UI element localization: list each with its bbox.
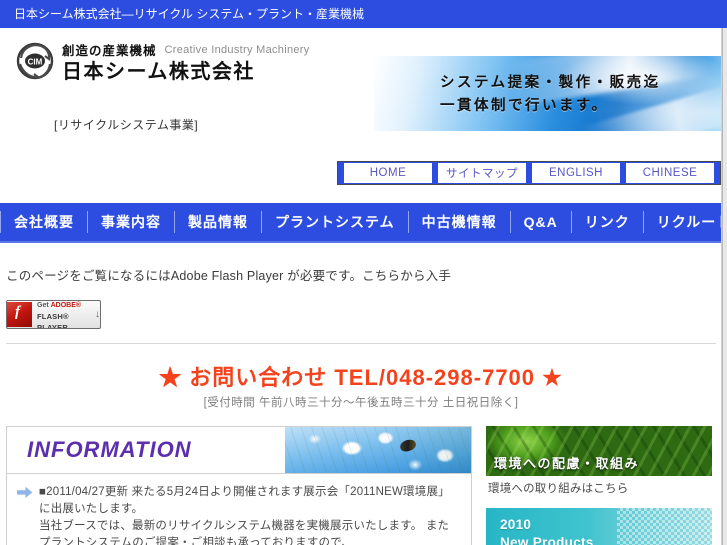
nav-item-business[interactable]: 事業内容 (88, 203, 174, 241)
sidebar-column: 環境への配慮・取組み 環境への取り組みはこちら 2010 New Product… (486, 426, 712, 545)
information-title: INFORMATION (27, 437, 192, 462)
nav-item-plant-system[interactable]: プラントシステム (262, 203, 408, 241)
nav-item-links[interactable]: リンク (572, 203, 643, 241)
blue-arrow-right-icon (17, 484, 39, 545)
environment-banner-label: 環境への配慮・取組み (494, 456, 640, 471)
information-header: INFORMATION (6, 426, 472, 474)
nav-item-company-profile[interactable]: 会社概要 (1, 203, 87, 241)
flash-badge-line2: FLASH® PLAYER (37, 311, 69, 329)
business-division-label: [リサイクルシステム事業] (54, 118, 199, 132)
cim-circular-logo-icon: CIM (14, 38, 56, 82)
news-text: ■2011/04/27更新 来たる5月24日より開催されます展示会「2011NE… (39, 484, 459, 545)
download-arrow-icon: ↓ (95, 309, 100, 320)
news-line-1: ■2011/04/27更新 来たる5月24日より開催されます展示会「2011NE… (39, 486, 450, 515)
website-frame: CIM 創造の産業機械 Creative Industry Machinery 日… (0, 28, 723, 545)
main-navigation[interactable]: 会社概要 事業内容 製品情報 プラントシステム 中古機情報 Q&A リンク リク… (0, 203, 722, 243)
tagline-english: Creative Industry Machinery (164, 43, 310, 56)
environment-banner-caption: 環境への取り組みはこちら (488, 483, 629, 495)
svg-text:CIM: CIM (28, 58, 43, 67)
get-flash-player-button[interactable]: Get ADOBE® FLASH® PLAYER ↓ (6, 300, 101, 329)
site-header: CIM 創造の産業機械 Creative Industry Machinery 日… (0, 28, 722, 185)
flower-bee-photo (285, 427, 471, 473)
contact-hours: [受付時間 午前八時三十分～午後五時三十分 土日祝日除く] (203, 397, 519, 409)
nav-item-used-machines[interactable]: 中古機情報 (409, 203, 510, 241)
page-content: このページをご覧になるにはAdobe Flash Player が必要です。こち… (0, 243, 722, 545)
list-item[interactable]: ■2011/04/27更新 来たる5月24日より開催されます展示会「2011NE… (17, 484, 459, 545)
content-columns: INFORMATION ■2011/04/27更新 来たる5月24日より開催され… (0, 410, 722, 545)
lang-nav-english[interactable]: ENGLISH (532, 163, 620, 183)
lang-nav-home[interactable]: HOME (344, 163, 432, 183)
nav-item-products[interactable]: 製品情報 (175, 203, 261, 241)
language-nav[interactable]: HOME サイトマップ ENGLISH CHINESE (337, 161, 721, 185)
flash-player-notice: このページをご覧になるにはAdobe Flash Player が必要です。こち… (6, 269, 452, 283)
flash-badge-line1: Get ADOBE® (37, 301, 82, 309)
company-name: 日本シーム株式会社 (62, 61, 255, 83)
lang-nav-sitemap[interactable]: サイトマップ (438, 163, 526, 183)
new-products-banner-label: 2010 New Products (500, 517, 594, 545)
news-line-2: 当社ブースでは、最新のリサイクルシステム機器を実機展示いたします。 またプラント… (39, 520, 450, 545)
header-banner-text: システム提案・製作・販売迄 一貫体制で行います。 (440, 75, 661, 114)
information-column: INFORMATION ■2011/04/27更新 来たる5月24日より開催され… (6, 426, 472, 545)
content-right-border (721, 28, 722, 545)
browser-title-bar: 日本シーム株式会社―リサイクル システム・プラント・産業機械 (0, 0, 727, 28)
header-banner-image: システム提案・製作・販売迄 一貫体制で行います。 (374, 56, 722, 131)
environment-banner[interactable]: 環境への配慮・取組み (486, 426, 712, 476)
contact-phone-headline: ★ お問い合わせ TEL/048-298-7700 ★ (159, 365, 563, 390)
contact-banner: ★ お問い合わせ TEL/048-298-7700 ★ [受付時間 午前八時三十… (0, 344, 722, 410)
flash-logo-icon (7, 302, 32, 327)
tagline-japanese: 創造の産業機械 (62, 44, 157, 58)
news-list: ■2011/04/27更新 来たる5月24日より開催されます展示会「2011NE… (6, 474, 472, 545)
nav-item-qa[interactable]: Q&A (511, 203, 571, 241)
logo-block[interactable]: CIM 創造の産業機械 Creative Industry Machinery 日… (14, 38, 374, 83)
new-products-banner[interactable]: 2010 New Products (486, 508, 712, 545)
nav-item-recruit[interactable]: リクルート (644, 203, 722, 241)
lang-nav-chinese[interactable]: CHINESE (626, 163, 714, 183)
page-root: 日本シーム株式会社―リサイクル システム・プラント・産業機械 CIM 創造の産業… (0, 0, 727, 545)
